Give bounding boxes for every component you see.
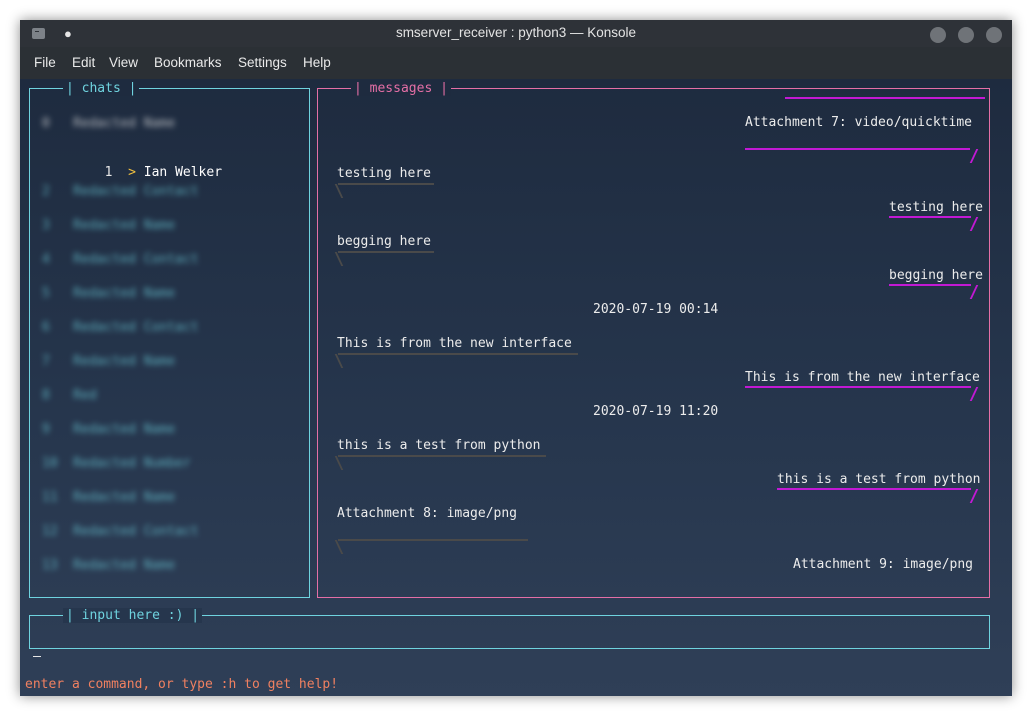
message-sent[interactable]: This is from the new interface — [745, 370, 980, 385]
menu-file[interactable]: File — [34, 55, 56, 70]
message-sent[interactable]: testing here — [889, 200, 983, 215]
message-sent[interactable]: Attachment 9: image/png — [793, 557, 973, 572]
minimize-button[interactable] — [930, 27, 946, 43]
bubble-underline — [338, 539, 528, 541]
window-title: smserver_receiver : python3 — Konsole — [395, 25, 637, 40]
message-sent[interactable]: this is a test from python — [777, 472, 981, 487]
bubble-underline — [889, 216, 971, 218]
chat-item-blurred[interactable]: 13 Redacted Name — [42, 558, 175, 574]
bubble-tail — [969, 217, 979, 231]
status-line: enter a command, or type :h to get help! — [25, 677, 339, 692]
chats-panel: | chats | 0 Redacted Name 1 > Ian Welker… — [29, 81, 310, 598]
menu-view[interactable]: View — [109, 55, 138, 70]
chat-item-blurred[interactable]: 10 Redacted Number — [42, 456, 191, 472]
chat-item-blurred[interactable]: 6 Redacted Contact — [42, 320, 199, 336]
bubble-tail — [334, 184, 344, 198]
bubble-tail — [334, 456, 344, 470]
bubble-underline — [338, 251, 434, 253]
chat-item-blurred[interactable]: 7 Redacted Name — [42, 354, 175, 370]
chat-item-blurred[interactable]: 4 Redacted Contact — [42, 252, 199, 268]
menu-bookmarks[interactable]: Bookmarks — [154, 55, 222, 70]
bubble-underline — [338, 183, 434, 185]
bubble-tail — [334, 252, 344, 266]
chat-item-blurred[interactable]: 8 Red — [42, 388, 97, 404]
menu-edit[interactable]: Edit — [72, 55, 95, 70]
bubble-underline — [745, 148, 970, 150]
chat-item-blurred[interactable]: 0 Redacted Name — [42, 116, 175, 132]
message-sent[interactable]: begging here — [889, 268, 983, 283]
selection-arrow-icon: > — [128, 165, 136, 180]
message-sent[interactable]: Attachment 7: video/quicktime — [745, 115, 972, 130]
bubble-underline — [745, 386, 971, 388]
maximize-button[interactable] — [958, 27, 974, 43]
bubble-tail — [334, 540, 344, 554]
chat-item-blurred[interactable]: 2 Redacted Contact — [42, 184, 199, 200]
messages-panel: | messages | Attachment 7: video/quickti… — [317, 81, 990, 598]
message-received[interactable]: begging here — [337, 234, 431, 249]
bubble-underline — [889, 284, 971, 286]
input-title: | input here :) | — [63, 608, 203, 623]
chat-item-blurred[interactable]: 5 Redacted Name — [42, 286, 175, 302]
konsole-window: ● smserver_receiver : python3 — Konsole … — [20, 20, 1012, 696]
input-panel[interactable]: | input here :) | — [29, 608, 990, 649]
menu-settings[interactable]: Settings — [238, 55, 287, 70]
text-cursor — [33, 656, 41, 657]
chat-item-blurred[interactable]: 12 Redacted Contact — [42, 524, 199, 540]
chat-item-blurred[interactable]: 9 Redacted Name — [42, 422, 175, 438]
menu-help[interactable]: Help — [303, 55, 331, 70]
message-received[interactable]: testing here — [337, 166, 431, 181]
bubble-top-line — [785, 97, 985, 99]
bubble-tail — [969, 285, 979, 299]
chats-title: | chats | — [63, 81, 140, 96]
bubble-underline — [338, 455, 546, 457]
chat-name: Ian Welker — [143, 165, 223, 180]
terminal-area[interactable]: | chats | 0 Redacted Name 1 > Ian Welker… — [20, 79, 1012, 696]
bubble-underline — [777, 488, 971, 490]
menu-bar: File Edit View Bookmarks Settings Help — [20, 47, 1012, 79]
bubble-tail — [969, 489, 979, 503]
chat-item-selected[interactable]: 1 > Ian Welker — [42, 150, 222, 180]
chat-item-blurred[interactable]: 3 Redacted Name — [42, 218, 175, 234]
message-received[interactable]: this is a test from python — [337, 438, 541, 453]
title-bar[interactable]: ● smserver_receiver : python3 — Konsole — [20, 20, 1012, 47]
close-button[interactable] — [986, 27, 1002, 43]
bubble-tail — [969, 387, 979, 401]
bubble-tail — [969, 149, 979, 163]
chat-item-blurred[interactable]: 11 Redacted Name — [42, 490, 175, 506]
timestamp: 2020-07-19 00:14 — [593, 302, 719, 317]
bubble-underline — [338, 353, 578, 355]
bubble-tail — [334, 354, 344, 368]
message-received[interactable]: This is from the new interface — [337, 336, 572, 351]
timestamp: 2020-07-19 11:20 — [593, 404, 719, 419]
messages-title: | messages | — [351, 81, 451, 96]
message-received[interactable]: Attachment 8: image/png — [337, 506, 517, 521]
